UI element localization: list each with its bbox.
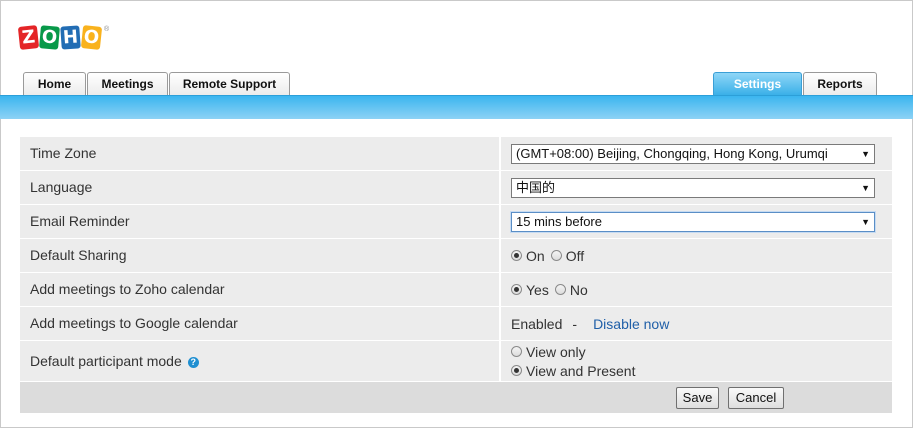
sharing-on-label: On	[526, 247, 545, 264]
tab-settings[interactable]: Settings	[713, 72, 802, 95]
sharing-off-radio[interactable]	[550, 250, 562, 261]
view-only-option[interactable]: View only	[511, 344, 586, 360]
default-sharing-row: Default Sharing On Off	[20, 239, 892, 273]
participant-mode-row: Default participant mode? View only View…	[20, 341, 892, 382]
participant-mode-label: Default participant mode	[30, 353, 182, 369]
column-divider	[499, 307, 501, 340]
dropdown-arrow-icon: ▼	[861, 216, 870, 227]
logo-letter-z: Z	[17, 25, 40, 50]
google-calendar-row: Add meetings to Google calendar Enabled …	[20, 307, 892, 341]
zoho-calendar-yes-option[interactable]: Yes	[511, 282, 549, 298]
logo-letter-o: O	[39, 25, 60, 50]
view-only-label: View only	[526, 343, 586, 360]
help-icon[interactable]: ?	[187, 356, 199, 368]
logo-letter-h: H	[60, 25, 81, 50]
language-row: Language 中国的 ▼	[20, 171, 892, 205]
column-divider	[499, 137, 501, 170]
zoho-calendar-yes-label: Yes	[526, 281, 549, 298]
zoho-calendar-row: Add meetings to Zoho calendar Yes No	[20, 273, 892, 307]
email-reminder-select[interactable]: 15 mins before ▼	[511, 211, 875, 232]
form-footer: Save Cancel	[20, 382, 892, 414]
dropdown-arrow-icon: ▼	[861, 182, 870, 193]
email-reminder-row: Email Reminder 15 mins before ▼	[20, 205, 892, 239]
view-and-present-option[interactable]: View and Present	[511, 363, 635, 379]
language-value: 中国的	[516, 179, 556, 195]
registered-mark: ®	[104, 26, 110, 33]
column-divider	[499, 341, 501, 381]
sharing-on-option[interactable]: On	[511, 248, 545, 264]
disable-now-link[interactable]: Disable now	[593, 316, 669, 332]
zoho-calendar-no-label: No	[569, 281, 588, 298]
view-only-radio[interactable]	[511, 346, 522, 357]
time-zone-value: (GMT+08:00) Beijing, Chongqing, Hong Kon…	[516, 145, 828, 161]
zoho-logo[interactable]: Z O H O ®	[17, 25, 110, 58]
zoho-calendar-no-option[interactable]: No	[554, 281, 588, 298]
dropdown-arrow-icon: ▼	[861, 148, 870, 159]
participant-mode-label-wrap: Default participant mode?	[30, 341, 199, 381]
save-button[interactable]: Save	[676, 387, 719, 409]
column-divider	[499, 239, 501, 272]
tab-home[interactable]: Home	[23, 72, 86, 95]
time-zone-select[interactable]: (GMT+08:00) Beijing, Chongqing, Hong Kon…	[511, 143, 875, 164]
logo-letter-o2: O	[80, 25, 103, 50]
default-sharing-label: Default Sharing	[30, 247, 127, 263]
email-reminder-label: Email Reminder	[30, 213, 130, 229]
sharing-off-option[interactable]: Off	[550, 247, 585, 264]
column-divider	[499, 171, 501, 204]
view-and-present-radio[interactable]	[511, 365, 522, 376]
time-zone-row: Time Zone (GMT+08:00) Beijing, Chongqing…	[20, 137, 892, 171]
zoho-calendar-yes-radio[interactable]	[511, 284, 522, 295]
view-and-present-label: View and Present	[526, 362, 636, 379]
zoho-calendar-no-radio[interactable]	[554, 284, 566, 295]
tab-meetings[interactable]: Meetings	[87, 72, 168, 95]
cancel-button[interactable]: Cancel	[728, 387, 784, 409]
language-label: Language	[30, 179, 93, 195]
google-calendar-separator: -	[572, 315, 578, 332]
tab-remote-support[interactable]: Remote Support	[169, 72, 290, 95]
sharing-off-label: Off	[565, 247, 585, 264]
language-select[interactable]: 中国的 ▼	[511, 177, 875, 198]
google-calendar-label: Add meetings to Google calendar	[30, 315, 238, 331]
time-zone-label: Time Zone	[30, 145, 97, 161]
google-calendar-status: Enabled	[511, 315, 563, 332]
sharing-on-radio[interactable]	[511, 250, 522, 261]
email-reminder-value: 15 mins before	[516, 213, 602, 229]
settings-table: Time Zone (GMT+08:00) Beijing, Chongqing…	[20, 137, 892, 414]
column-divider	[499, 205, 501, 238]
zoho-calendar-label: Add meetings to Zoho calendar	[30, 281, 225, 297]
nav-bar	[0, 95, 913, 119]
column-divider	[499, 273, 501, 306]
tab-reports[interactable]: Reports	[803, 72, 877, 95]
